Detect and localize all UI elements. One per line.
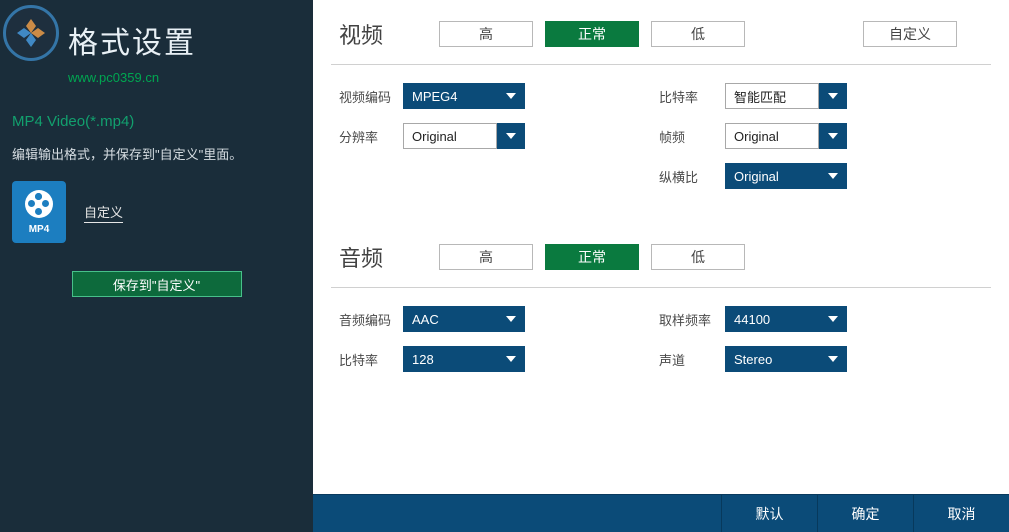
video-resolution-label: 分辨率 bbox=[339, 127, 403, 146]
audio-samplerate-label: 取样频率 bbox=[659, 310, 725, 329]
video-resolution-select[interactable]: Original bbox=[403, 123, 525, 149]
audio-tab-high[interactable]: 高 bbox=[439, 244, 533, 270]
audio-section-title: 音频 bbox=[339, 241, 427, 273]
chevron-down-icon[interactable] bbox=[819, 163, 847, 189]
page-title: 格式设置 bbox=[68, 18, 313, 62]
audio-channel-label: 声道 bbox=[659, 350, 725, 369]
chevron-down-icon[interactable] bbox=[819, 83, 847, 109]
video-bitrate-value: 智能匹配 bbox=[725, 83, 819, 109]
chevron-down-icon[interactable] bbox=[819, 123, 847, 149]
video-tab-high[interactable]: 高 bbox=[439, 21, 533, 47]
chevron-down-icon[interactable] bbox=[819, 346, 847, 372]
audio-codec-select[interactable]: AAC bbox=[403, 306, 525, 332]
audio-bitrate-label: 比特率 bbox=[339, 350, 403, 369]
video-section-header: 视频 高 正常 低 自定义 bbox=[331, 0, 991, 65]
preset-item[interactable]: MP4 自定义 bbox=[12, 181, 313, 243]
audio-section: 音频 高 正常 低 音频编码 AAC 比特率 128 bbox=[313, 223, 1009, 406]
video-tab-low[interactable]: 低 bbox=[651, 21, 745, 47]
video-bitrate-label: 比特率 bbox=[659, 87, 725, 106]
video-section: 视频 高 正常 低 自定义 视频编码 MPEG4 分辨率 Original bbox=[313, 0, 1009, 223]
chevron-down-icon[interactable] bbox=[497, 346, 525, 372]
chevron-down-icon[interactable] bbox=[497, 123, 525, 149]
preset-label[interactable]: 自定义 bbox=[84, 202, 123, 223]
video-aspect-value: Original bbox=[725, 163, 819, 189]
video-codec-value: MPEG4 bbox=[403, 83, 497, 109]
audio-codec-label: 音频编码 bbox=[339, 310, 403, 329]
chevron-down-icon[interactable] bbox=[497, 306, 525, 332]
cancel-button[interactable]: 取消 bbox=[913, 495, 1009, 532]
video-framerate-label: 帧频 bbox=[659, 127, 725, 146]
format-name: MP4 Video(*.mp4) bbox=[12, 113, 313, 130]
audio-samplerate-select[interactable]: 44100 bbox=[725, 306, 847, 332]
video-framerate-select[interactable]: Original bbox=[725, 123, 847, 149]
mp4-file-icon: MP4 bbox=[12, 181, 66, 243]
video-aspect-select[interactable]: Original bbox=[725, 163, 847, 189]
audio-channel-select[interactable]: Stereo bbox=[725, 346, 847, 372]
audio-section-header: 音频 高 正常 低 bbox=[331, 223, 991, 288]
ok-button[interactable]: 确定 bbox=[817, 495, 913, 532]
sidebar: 格式设置 www.pc0359.cn MP4 Video(*.mp4) 编辑输出… bbox=[0, 0, 313, 532]
video-framerate-value: Original bbox=[725, 123, 819, 149]
footer-bar: 默认 确定 取消 bbox=[313, 494, 1009, 532]
app-logo-icon bbox=[3, 5, 59, 61]
video-bitrate-select[interactable]: 智能匹配 bbox=[725, 83, 847, 109]
video-section-title: 视频 bbox=[339, 18, 427, 50]
chevron-down-icon[interactable] bbox=[819, 306, 847, 332]
video-tab-normal[interactable]: 正常 bbox=[545, 21, 639, 47]
audio-codec-value: AAC bbox=[403, 306, 497, 332]
audio-samplerate-value: 44100 bbox=[725, 306, 819, 332]
video-aspect-label: 纵横比 bbox=[659, 167, 725, 186]
audio-tab-low[interactable]: 低 bbox=[651, 244, 745, 270]
audio-channel-value: Stereo bbox=[725, 346, 819, 372]
mp4-icon-label: MP4 bbox=[29, 224, 50, 235]
watermark-url: www.pc0359.cn bbox=[68, 70, 313, 85]
format-description: 编辑输出格式，并保存到"自定义"里面。 bbox=[12, 144, 313, 163]
video-codec-label: 视频编码 bbox=[339, 87, 403, 106]
audio-bitrate-value: 128 bbox=[403, 346, 497, 372]
chevron-down-icon[interactable] bbox=[497, 83, 525, 109]
video-codec-select[interactable]: MPEG4 bbox=[403, 83, 525, 109]
audio-tab-normal[interactable]: 正常 bbox=[545, 244, 639, 270]
save-to-custom-button[interactable]: 保存到"自定义" bbox=[72, 271, 242, 297]
settings-main: 视频 高 正常 低 自定义 视频编码 MPEG4 分辨率 Original bbox=[313, 0, 1009, 532]
video-tab-custom[interactable]: 自定义 bbox=[863, 21, 957, 47]
audio-bitrate-select[interactable]: 128 bbox=[403, 346, 525, 372]
video-resolution-value: Original bbox=[403, 123, 497, 149]
default-button[interactable]: 默认 bbox=[721, 495, 817, 532]
